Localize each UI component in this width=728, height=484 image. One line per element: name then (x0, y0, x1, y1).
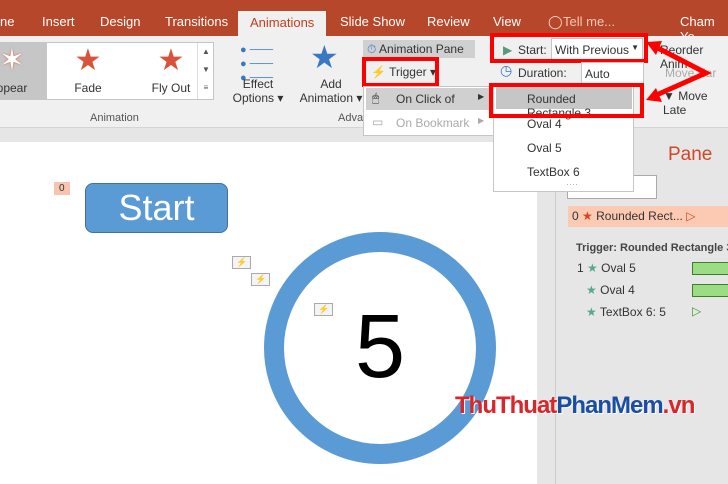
fly-out-star-icon: ★ (157, 44, 185, 77)
highlight-rounded-rectangle (489, 83, 644, 118)
timing-bar (692, 262, 728, 275)
red-arrows (646, 41, 712, 102)
tab-view[interactable]: View (493, 14, 521, 29)
pane-title: Pane (668, 144, 713, 165)
gallery-fade[interactable]: ★ Fade (53, 43, 123, 99)
menu-on-click-of[interactable]: On Click of (396, 92, 455, 106)
tab-slide-show[interactable]: Slide Show (340, 14, 405, 29)
resize-grip[interactable]: ···· (566, 179, 578, 189)
animation-pane: Pane 0 ★ Rounded Rect... ▷ Trigger: Roun… (555, 142, 728, 484)
pane-item-textbox-6[interactable]: ★ TextBox 6: 5 (586, 305, 666, 319)
ribbon-tabs: ne Insert Design Transitions Animations … (0, 0, 728, 44)
tab-design[interactable]: Design (100, 14, 140, 29)
submenu-oval-5[interactable]: Oval 5 (527, 141, 562, 155)
duration-label: Duration: (518, 66, 567, 80)
duration-input[interactable]: Auto (581, 62, 644, 84)
countdown-number: 5 (354, 297, 406, 397)
trigger-lightning-icon: ⚡ (251, 273, 271, 286)
tab-home[interactable]: ne (0, 14, 14, 29)
appear-icon: ✶ (0, 44, 25, 77)
submenu-textbox-6[interactable]: TextBox 6 (527, 165, 580, 179)
animation-badge: 0 (54, 182, 70, 195)
watermark: ThuThuatPhanMem.vn (455, 392, 695, 419)
start-shape[interactable]: Start (85, 183, 228, 233)
animation-pane-button[interactable]: ⏱ Animation Pane (363, 40, 475, 58)
group-label-animation: Animation (90, 112, 139, 124)
mouse-icon: 🖱 (372, 91, 380, 105)
tab-animations[interactable]: Animations (238, 11, 327, 36)
clock-icon: ◷ (500, 62, 513, 78)
gallery-scroll[interactable]: ▲ ▼ ≡ (197, 43, 214, 99)
gallery-appear[interactable]: ✶ppear (0, 43, 47, 99)
trigger-lightning-icon: ⚡ (232, 256, 252, 269)
trigger-lightning-icon: ⚡ (314, 303, 334, 316)
pane-item-oval-4[interactable]: ★ Oval 4 (586, 283, 635, 297)
slide-canvas[interactable]: 0 Start ⚡ ⚡ 5 ⚡ (0, 142, 537, 484)
bookmark-icon: ▭ (372, 115, 384, 129)
trigger-header: Trigger: Rounded Rectangle 3 (576, 242, 728, 254)
effect-options-button[interactable]: Effect Options ▾ (232, 77, 284, 105)
animation-gallery: ✶ppear ★Fade ★Fly Out ▲▼≡ (0, 42, 214, 100)
add-animation-star-icon: ★ (310, 39, 339, 75)
lightbulb-icon: ◯ (548, 14, 563, 29)
add-animation-button[interactable]: Add Animation ▾ (296, 77, 366, 105)
menu-on-bookmark[interactable]: On Bookmark (396, 116, 469, 130)
fade-star-icon: ★ (74, 44, 102, 77)
gallery-fly-out[interactable]: ★ Fly Out (136, 43, 206, 99)
submenu-arrow-icon: ▶ (478, 92, 485, 101)
pane-item-rounded-rect[interactable]: 0 ★ Rounded Rect... ▷ (568, 206, 728, 227)
trigger-arrow-icon: ▷ (692, 304, 702, 318)
highlight-start (490, 33, 648, 63)
trigger-menu: 🖱 On Click of ▶ ▭ On Bookmark ▶ (363, 86, 498, 136)
submenu-oval-4[interactable]: Oval 4 (527, 117, 562, 131)
tab-review[interactable]: Review (427, 14, 470, 29)
submenu-arrow-icon: ▶ (478, 116, 485, 125)
timing-bar (692, 284, 728, 297)
countdown-circle[interactable]: 5 (264, 232, 496, 464)
tab-insert[interactable]: Insert (42, 14, 75, 29)
group-label-advanced: Adva (338, 112, 364, 124)
tab-transitions[interactable]: Transitions (165, 14, 228, 29)
pane-item-oval-5[interactable]: 1 ★ Oval 5 (577, 261, 636, 275)
tell-me-input[interactable]: Tell me... (563, 14, 615, 29)
highlight-trigger (362, 57, 439, 87)
